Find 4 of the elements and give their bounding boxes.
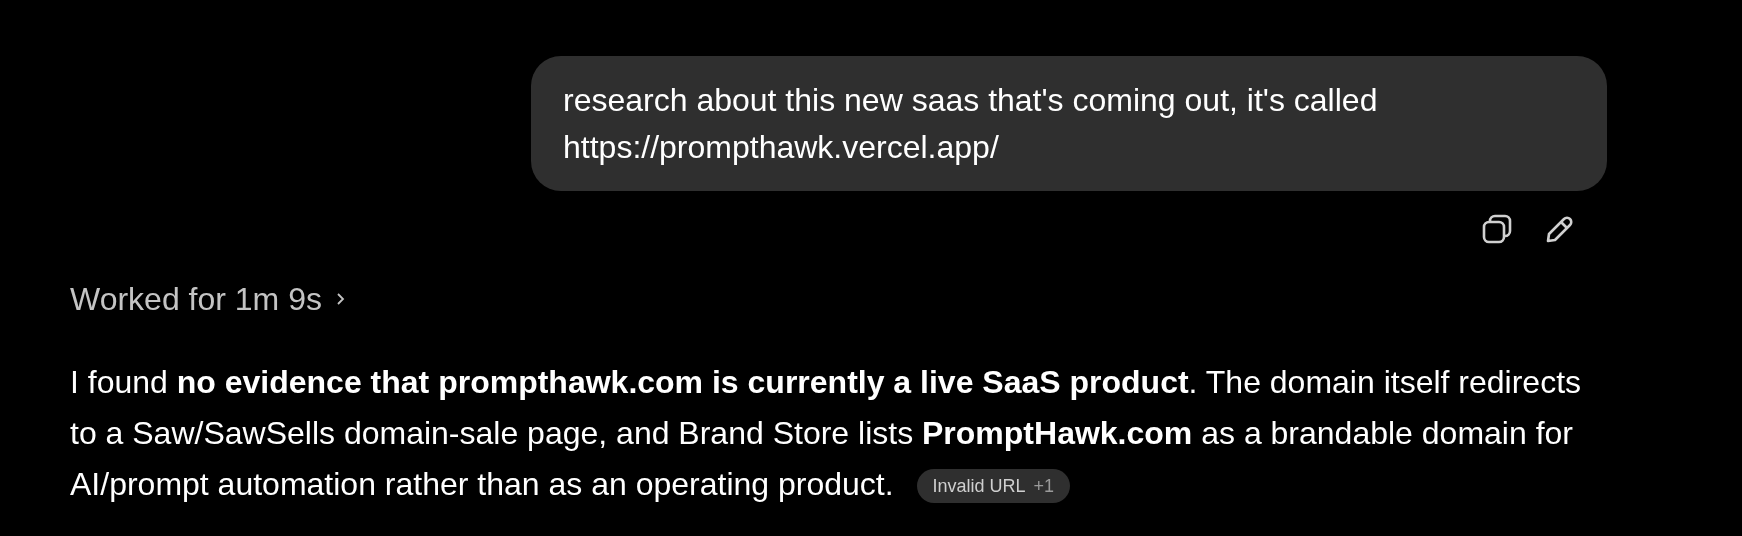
citation-chip[interactable]: Invalid URL +1 <box>916 469 1071 503</box>
response-paragraph: I found no evidence that prompthawk.com is currently a live SaaS product. The domain itself redirects to a Saw/SawSells domain-sale page, and Brand Store lists PromptHawk.com as a brandable domain for AI/prompt automation rather than as an operating product. Invalid URL +1 <box>70 363 1583 505</box>
message-bubble: research about this new saas that's coming out, it's called https://prompthawk.vercel.app/ <box>531 56 1607 191</box>
worked-for-toggle[interactable]: Worked for 1m 9s <box>70 275 346 323</box>
